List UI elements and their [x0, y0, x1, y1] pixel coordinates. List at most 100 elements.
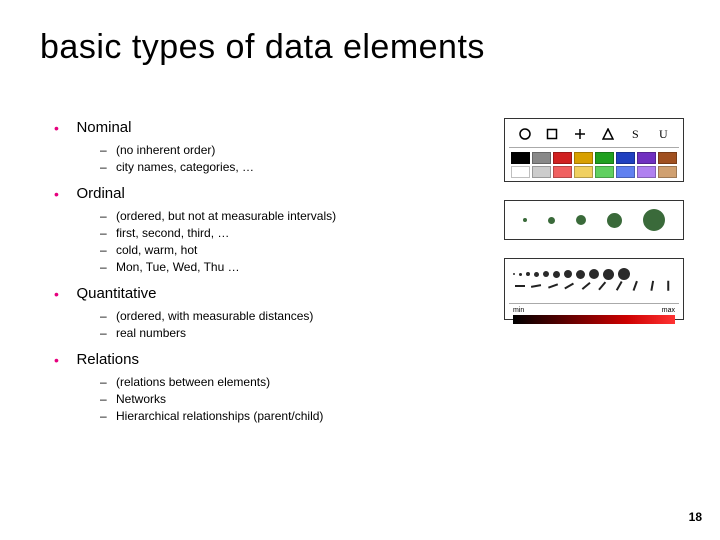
color-swatch	[637, 166, 656, 178]
item-label: Quantitative	[76, 285, 156, 302]
sub-text: city names, categories, …	[116, 160, 254, 174]
svg-text:U: U	[659, 128, 668, 140]
tick-icon	[565, 283, 574, 289]
tick-icon	[515, 285, 525, 287]
figure-quantitative: min max	[504, 258, 684, 320]
item-nominal: • Nominal	[54, 118, 454, 138]
sub-text: (ordered, but not at measurable interval…	[116, 209, 336, 223]
sub-text: Hierarchical relationships (parent/child…	[116, 409, 323, 423]
sublist-quantitative: –(ordered, with measurable distances) –r…	[100, 308, 454, 342]
sub-item: –city names, categories, …	[100, 159, 454, 176]
dot-icon	[576, 270, 585, 279]
swatch-grid	[505, 148, 683, 182]
sub-text: real numbers	[116, 326, 186, 340]
color-swatch	[658, 152, 677, 164]
color-swatch	[574, 166, 593, 178]
circle-icon	[519, 128, 531, 140]
figure-nominal: S U	[504, 118, 684, 182]
sub-item: –(no inherent order)	[100, 142, 454, 159]
tick-icon	[581, 282, 590, 290]
dot-icon	[643, 209, 665, 231]
dot-icon	[576, 215, 586, 225]
sublist-ordinal: –(ordered, but not at measurable interva…	[100, 208, 454, 276]
bullet-icon: •	[54, 118, 72, 138]
sub-text: first, second, third, …	[116, 226, 229, 240]
sub-item: –Hierarchical relationships (parent/chil…	[100, 408, 454, 425]
color-swatch	[553, 152, 572, 164]
sub-item: –first, second, third, …	[100, 225, 454, 242]
sub-item: –Mon, Tue, Wed, Thu …	[100, 259, 454, 276]
u-icon: U	[657, 128, 669, 140]
item-quantitative: • Quantitative	[54, 284, 454, 304]
color-swatch	[616, 166, 635, 178]
dot-icon	[519, 273, 522, 276]
dots-row	[513, 265, 675, 283]
item-label: Relations	[76, 351, 139, 368]
gradient-labels: min max	[513, 307, 675, 314]
item-relations: • Relations	[54, 350, 454, 370]
tick-icon	[548, 283, 558, 288]
gradient-bar	[513, 315, 675, 324]
sublist-relations: –(relations between elements) –Networks …	[100, 374, 454, 425]
square-icon	[546, 128, 558, 140]
min-label: min	[513, 307, 524, 314]
sub-item: –(ordered, but not at measurable interva…	[100, 208, 454, 225]
tick-icon	[531, 284, 541, 287]
sub-item: –cold, warm, hot	[100, 242, 454, 259]
shape-row: S U	[505, 119, 683, 147]
color-swatch	[658, 166, 677, 178]
color-swatch	[553, 166, 572, 178]
color-swatch	[616, 152, 635, 164]
color-swatch	[637, 152, 656, 164]
sublist-nominal: –(no inherent order) –city names, catego…	[100, 142, 454, 176]
dot-icon	[607, 213, 622, 228]
sub-item: –Networks	[100, 391, 454, 408]
sub-text: (ordered, with measurable distances)	[116, 309, 313, 323]
ticks-row	[513, 285, 675, 301]
dot-icon	[553, 271, 560, 278]
bullet-icon: •	[54, 284, 72, 304]
item-label: Nominal	[76, 119, 131, 136]
bullet-icon: •	[54, 184, 72, 204]
divider	[509, 303, 679, 304]
svg-text:S: S	[632, 128, 639, 140]
color-swatch	[511, 152, 530, 164]
bullet-icon: •	[54, 350, 72, 370]
slide-title: basic types of data elements	[40, 28, 485, 67]
color-swatch	[511, 166, 530, 178]
color-swatch	[574, 152, 593, 164]
plus-icon	[574, 128, 586, 140]
dot-icon	[564, 270, 572, 278]
color-swatch	[595, 152, 614, 164]
color-swatch	[532, 152, 551, 164]
dot-icon	[618, 268, 630, 280]
dot-icon	[603, 269, 614, 280]
sub-text: Networks	[116, 392, 166, 406]
figure-ordinal	[504, 200, 684, 240]
sub-text: (no inherent order)	[116, 143, 215, 157]
item-label: Ordinal	[76, 185, 124, 202]
max-label: max	[662, 307, 675, 314]
bullet-content: • Nominal –(no inherent order) –city nam…	[54, 118, 454, 433]
sub-item: –real numbers	[100, 325, 454, 342]
dot-icon	[548, 217, 555, 224]
dot-icon	[526, 272, 530, 276]
s-icon: S	[629, 128, 641, 140]
tick-icon	[667, 281, 669, 291]
sub-item: –(relations between elements)	[100, 374, 454, 391]
dot-icon	[589, 269, 599, 279]
slide: { "title": "basic types of data elements…	[0, 0, 720, 540]
sub-text: Mon, Tue, Wed, Thu …	[116, 260, 240, 274]
color-swatch	[595, 166, 614, 178]
sub-text: (relations between elements)	[116, 375, 270, 389]
gradient-row: min max	[513, 307, 675, 324]
sub-text: cold, warm, hot	[116, 243, 197, 257]
dot-icon	[543, 271, 549, 277]
dot-icon	[534, 272, 539, 277]
color-swatch	[532, 166, 551, 178]
dot-icon	[523, 218, 527, 222]
triangle-icon	[602, 128, 614, 140]
sub-item: –(ordered, with measurable distances)	[100, 308, 454, 325]
dot-icon	[513, 273, 515, 275]
item-ordinal: • Ordinal	[54, 184, 454, 204]
